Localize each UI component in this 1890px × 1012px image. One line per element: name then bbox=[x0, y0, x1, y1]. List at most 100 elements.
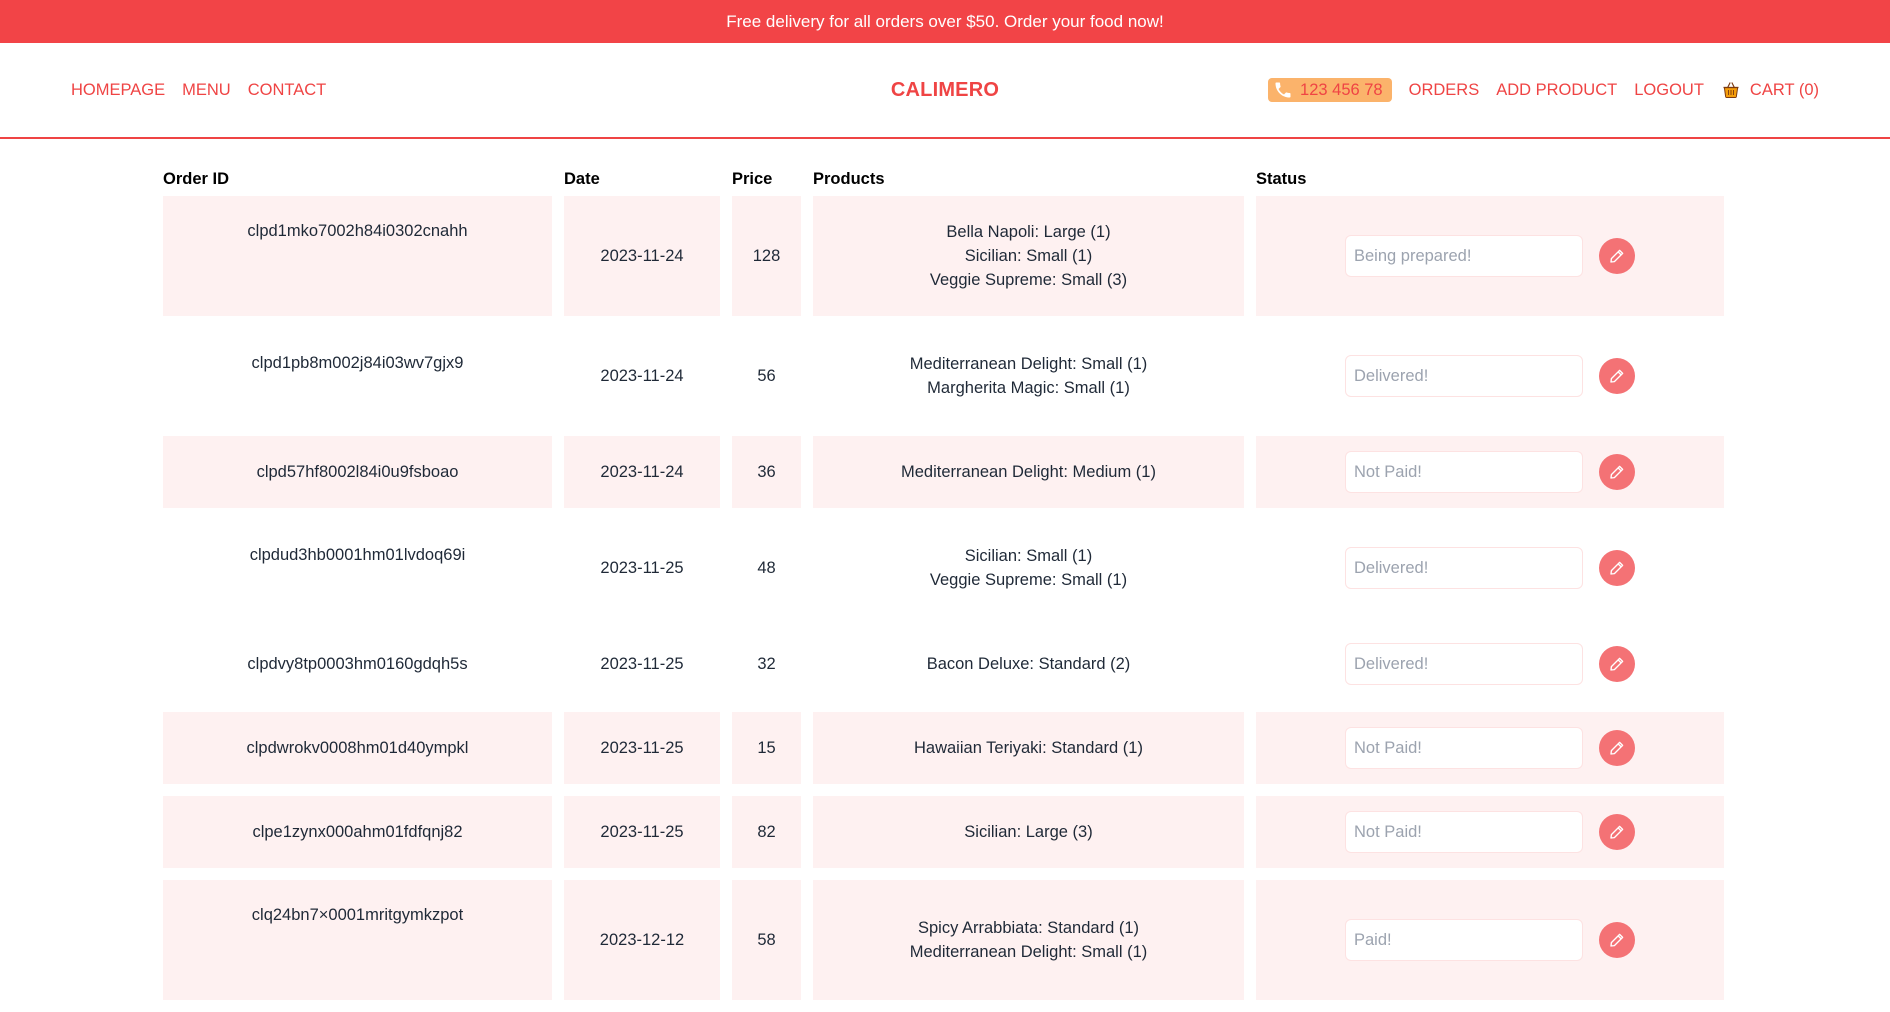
phone-contact[interactable]: 123 456 78 bbox=[1268, 78, 1392, 102]
order-id-cell: clpdud3hb0001hm01lvdoq69i bbox=[249, 546, 466, 564]
date-cell: 2023-11-25 bbox=[600, 558, 684, 577]
product-line: Mediterranean Delight: Small (1) bbox=[909, 943, 1148, 961]
status-cell bbox=[1256, 328, 1724, 424]
edit-status-button[interactable] bbox=[1599, 238, 1635, 274]
price-cell: 15 bbox=[732, 712, 801, 784]
cart-link[interactable]: CART (0) bbox=[1721, 80, 1819, 100]
price-cell: 36 bbox=[732, 436, 801, 508]
product-line: Veggie Supreme: Small (1) bbox=[929, 571, 1128, 589]
date-cell: 2023-11-24 bbox=[564, 436, 720, 508]
products-cell: Mediterranean Delight: Small (1) Margher… bbox=[813, 328, 1244, 424]
nav-link-menu[interactable]: MENU bbox=[182, 81, 231, 100]
promo-banner-text: Free delivery for all orders over $50. O… bbox=[726, 11, 1164, 31]
status-input[interactable] bbox=[1345, 727, 1583, 769]
status-cell bbox=[1256, 712, 1724, 784]
products-cell: Spicy Arrabbiata: Standard (1) Mediterra… bbox=[813, 880, 1244, 1000]
product-line: Mediterranean Delight: Medium (1) bbox=[901, 463, 1156, 481]
table-row: clpdud3hb0001hm01lvdoq69i 2023-11-25 48 … bbox=[163, 520, 1724, 616]
status-input[interactable] bbox=[1345, 451, 1583, 493]
main-navbar: HOMEPAGE MENU CONTACT CALIMERO 123 456 7… bbox=[0, 43, 1890, 139]
order-id-cell: clq24bn7×0001mritgymkzpot bbox=[163, 880, 552, 1000]
date-cell: 2023-11-25 bbox=[564, 712, 720, 784]
status-input[interactable] bbox=[1345, 811, 1583, 853]
phone-number: 123 456 78 bbox=[1300, 80, 1383, 99]
date-cell: 2023-11-24 bbox=[600, 366, 684, 385]
table-row: clpd57hf8002l84i0u9fsboao 2023-11-24 36 … bbox=[163, 436, 1724, 508]
table-row: clpe1zynx000ahm01fdfqnj82 2023-11-25 82 … bbox=[163, 796, 1724, 868]
table-row: clpd1mko7002h84i0302cnahh 2023-11-24 128… bbox=[163, 196, 1724, 316]
product-line: Hawaiian Teriyaki: Standard (1) bbox=[914, 739, 1143, 757]
table-header-row: Order ID Date Price Products Status bbox=[163, 162, 1724, 196]
pencil-icon bbox=[1608, 823, 1626, 841]
header-products: Products bbox=[813, 169, 885, 188]
status-input[interactable] bbox=[1345, 235, 1583, 277]
edit-status-button[interactable] bbox=[1599, 358, 1635, 394]
products-cell: Sicilian: Small (1) Veggie Supreme: Smal… bbox=[813, 520, 1244, 616]
product-line: Veggie Supreme: Small (3) bbox=[929, 271, 1128, 289]
date-cell: 2023-11-25 bbox=[600, 654, 684, 673]
edit-status-button[interactable] bbox=[1599, 814, 1635, 850]
status-cell bbox=[1256, 436, 1724, 508]
price-cell: 56 bbox=[757, 366, 776, 385]
products-cell: Bella Napoli: Large (1) Sicilian: Small … bbox=[813, 196, 1244, 316]
pencil-icon bbox=[1608, 559, 1626, 577]
product-line: Sicilian: Small (1) bbox=[964, 247, 1093, 265]
pencil-icon bbox=[1608, 739, 1626, 757]
header-order-id: Order ID bbox=[163, 169, 230, 188]
products-cell: Hawaiian Teriyaki: Standard (1) bbox=[813, 712, 1244, 784]
nav-link-add-product[interactable]: ADD PRODUCT bbox=[1496, 81, 1617, 100]
table-row: clpdvy8tp0003hm0160gdqh5s 2023-11-25 32 … bbox=[163, 628, 1724, 700]
order-id-cell: clpd1mko7002h84i0302cnahh bbox=[163, 196, 552, 316]
price-cell: 82 bbox=[732, 796, 801, 868]
edit-status-button[interactable] bbox=[1599, 922, 1635, 958]
edit-status-button[interactable] bbox=[1599, 454, 1635, 490]
nav-left-links: HOMEPAGE MENU CONTACT bbox=[71, 81, 326, 100]
order-id-cell: clpdwrokv0008hm01d40ympkl bbox=[163, 712, 552, 784]
edit-status-button[interactable] bbox=[1599, 646, 1635, 682]
edit-status-button[interactable] bbox=[1599, 730, 1635, 766]
date-cell: 2023-11-24 bbox=[564, 196, 720, 316]
pencil-icon bbox=[1608, 367, 1626, 385]
status-input[interactable] bbox=[1345, 547, 1583, 589]
status-cell bbox=[1256, 880, 1724, 1000]
status-input[interactable] bbox=[1345, 643, 1583, 685]
product-line: Mediterranean Delight: Small (1) bbox=[909, 355, 1148, 373]
table-row: clpdwrokv0008hm01d40ympkl 2023-11-25 15 … bbox=[163, 712, 1724, 784]
table-row: clpd1pb8m002j84i03wv7gjx9 2023-11-24 56 … bbox=[163, 328, 1724, 424]
product-line: Sicilian: Small (1) bbox=[964, 547, 1093, 565]
orders-table: Order ID Date Price Products Status clpd… bbox=[163, 162, 1724, 1012]
product-line: Spicy Arrabbiata: Standard (1) bbox=[917, 919, 1140, 937]
status-input[interactable] bbox=[1345, 919, 1583, 961]
header-status: Status bbox=[1256, 169, 1307, 188]
nav-link-orders[interactable]: ORDERS bbox=[1409, 81, 1480, 100]
price-cell: 48 bbox=[757, 558, 776, 577]
nav-link-contact[interactable]: CONTACT bbox=[248, 81, 327, 100]
pencil-icon bbox=[1608, 931, 1626, 949]
price-cell: 58 bbox=[732, 880, 801, 1000]
cart-label: CART (0) bbox=[1749, 80, 1819, 99]
edit-status-button[interactable] bbox=[1599, 550, 1635, 586]
pencil-icon bbox=[1608, 247, 1626, 265]
pencil-icon bbox=[1608, 655, 1626, 673]
nav-link-logout[interactable]: LOGOUT bbox=[1634, 81, 1704, 100]
product-line: Bella Napoli: Large (1) bbox=[946, 223, 1111, 241]
brand-logo[interactable]: CALIMERO bbox=[891, 79, 999, 102]
order-id-cell: clpe1zynx000ahm01fdfqnj82 bbox=[163, 796, 552, 868]
status-input[interactable] bbox=[1345, 355, 1583, 397]
status-cell bbox=[1256, 520, 1724, 616]
status-cell bbox=[1256, 796, 1724, 868]
pencil-icon bbox=[1608, 463, 1626, 481]
order-id-cell: clpd1pb8m002j84i03wv7gjx9 bbox=[251, 354, 464, 372]
products-cell: Bacon Deluxe: Standard (2) bbox=[813, 628, 1244, 700]
products-cell: Sicilian: Large (3) bbox=[813, 796, 1244, 868]
date-cell: 2023-11-25 bbox=[564, 796, 720, 868]
order-id-cell: clpdvy8tp0003hm0160gdqh5s bbox=[247, 654, 468, 673]
product-line: Margherita Magic: Small (1) bbox=[927, 379, 1130, 397]
product-line: Sicilian: Large (3) bbox=[964, 823, 1093, 841]
date-cell: 2023-12-12 bbox=[564, 880, 720, 1000]
nav-link-homepage[interactable]: HOMEPAGE bbox=[71, 81, 165, 100]
header-price: Price bbox=[732, 169, 773, 188]
table-row: clq24bn7×0001mritgymkzpot 2023-12-12 58 … bbox=[163, 880, 1724, 1000]
price-cell: 32 bbox=[757, 654, 776, 673]
status-cell bbox=[1256, 196, 1724, 316]
